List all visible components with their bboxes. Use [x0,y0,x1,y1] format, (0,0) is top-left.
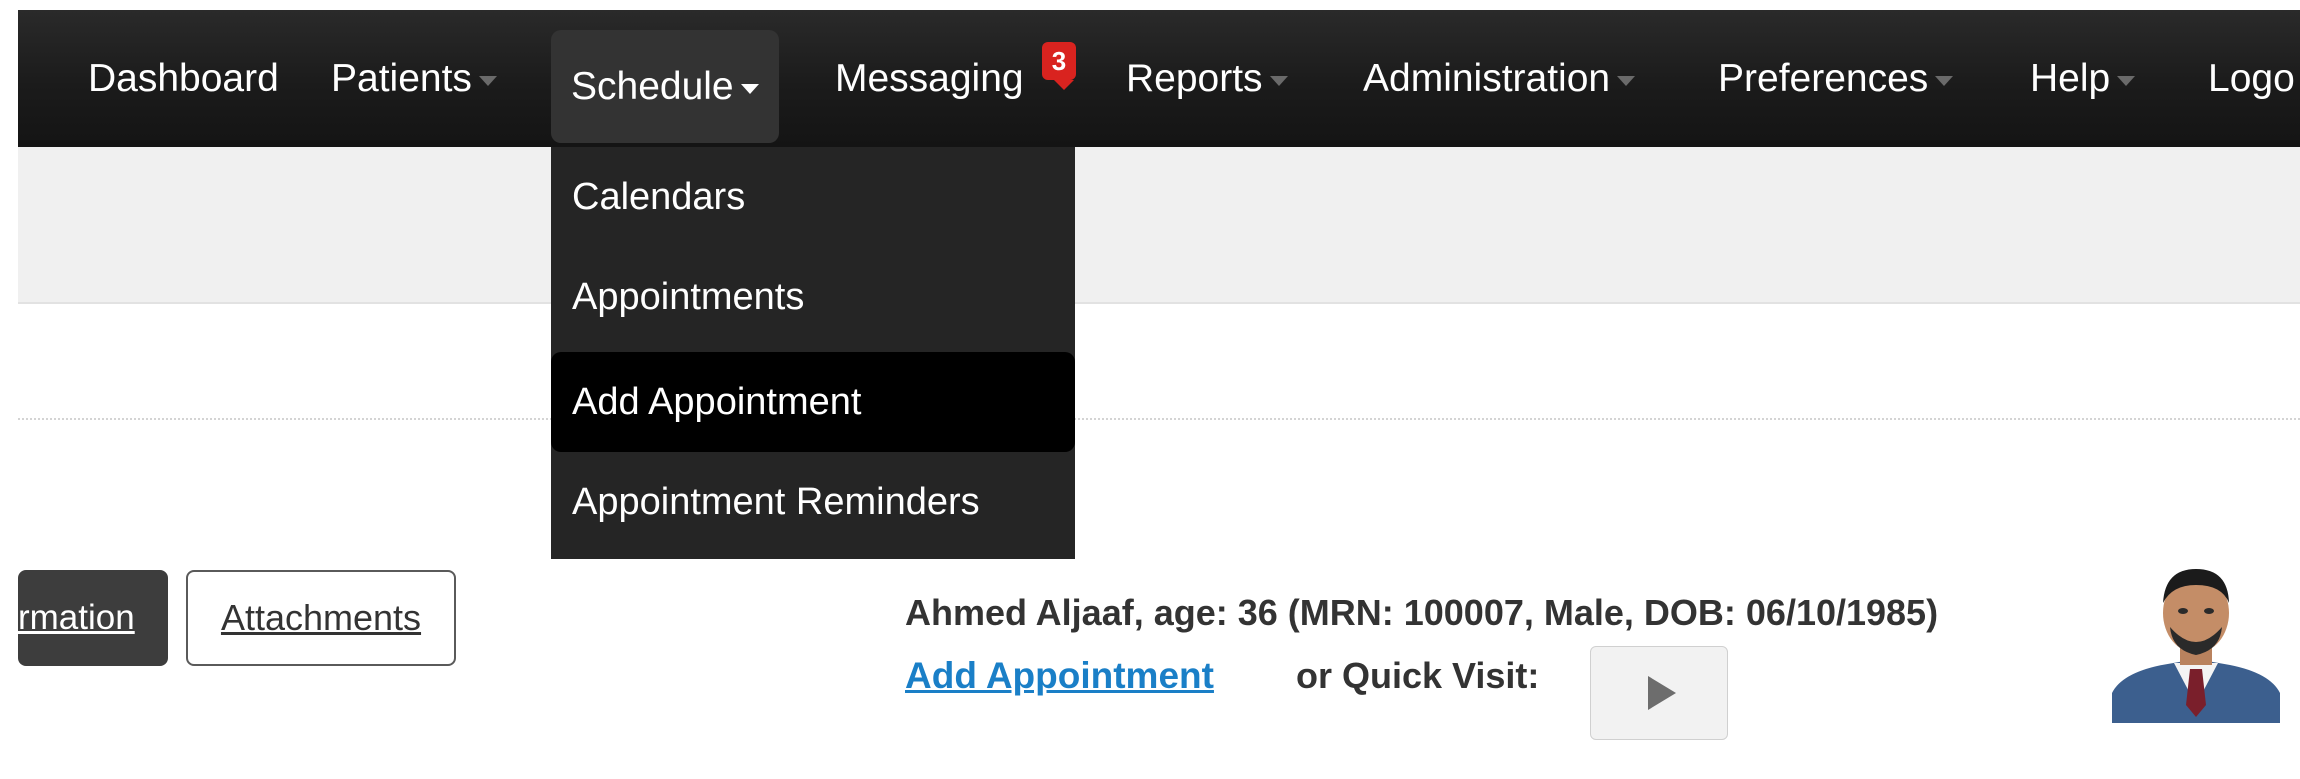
nav-help-label: Help [2030,56,2111,100]
caret-down-icon [1617,75,1636,86]
nav-reports[interactable]: Reports [1126,10,1288,147]
menu-item-add-appointment[interactable]: Add Appointment [551,352,1075,452]
quick-visit-label: or Quick Visit: [1296,655,1540,696]
sub-toolbar [18,147,2300,304]
menu-item-add-appointment-label: Add Appointment [572,380,862,423]
nav-preferences[interactable]: Preferences [1718,10,1954,147]
section-divider [18,418,2300,420]
caret-down-icon [478,75,497,86]
nav-administration[interactable]: Administration [1363,10,1636,147]
tab-information-label: rmation [18,598,135,637]
messaging-badge: 3 [1042,42,1076,80]
messaging-caret-icon [1054,80,1074,90]
main-navbar: Dashboard Patients Schedule Messaging Re… [18,10,2300,147]
menu-item-appointment-reminders[interactable]: Appointment Reminders [551,452,1075,552]
nav-messaging-label: Messaging [835,56,1024,100]
menu-item-calendars-label: Calendars [572,175,746,218]
nav-patients[interactable]: Patients [331,10,497,147]
menu-item-appointment-reminders-label: Appointment Reminders [572,480,980,523]
nav-logout[interactable]: Logo [2208,10,2295,147]
patient-avatar [2112,555,2280,723]
caret-down-icon [740,83,759,94]
top-strip [0,0,2300,10]
tab-attachments[interactable]: Attachments [186,570,456,666]
menu-item-calendars[interactable]: Calendars [551,147,1075,247]
nav-reports-label: Reports [1126,56,1263,100]
menu-item-appointments[interactable]: Appointments [551,247,1075,347]
menu-item-appointments-label: Appointments [572,275,805,318]
schedule-dropdown-menu: Calendars Appointments Add Appointment A… [551,147,1075,559]
patient-summary: Ahmed Aljaaf, age: 36 (MRN: 100007, Male… [905,592,1939,633]
caret-down-icon [1935,75,1954,86]
caret-down-icon [2117,75,2136,86]
tab-attachments-label: Attachments [220,597,422,638]
nav-patients-label: Patients [331,56,472,100]
nav-administration-label: Administration [1363,56,1611,100]
nav-preferences-label: Preferences [1718,56,1929,100]
play-icon [1648,676,1676,710]
nav-schedule[interactable]: Schedule [551,30,779,143]
quick-visit-play-button[interactable] [1590,646,1728,740]
nav-help[interactable]: Help [2030,10,2136,147]
add-appointment-link[interactable]: Add Appointment [905,655,1214,697]
nav-dashboard[interactable]: Dashboard [88,10,279,147]
tab-information[interactable]: rmation [18,570,168,666]
nav-messaging[interactable]: Messaging [835,10,1024,147]
caret-down-icon [1269,75,1288,86]
nav-dashboard-label: Dashboard [88,56,279,100]
nav-logout-label: Logo [2208,56,2295,100]
nav-schedule-label: Schedule [571,64,734,108]
